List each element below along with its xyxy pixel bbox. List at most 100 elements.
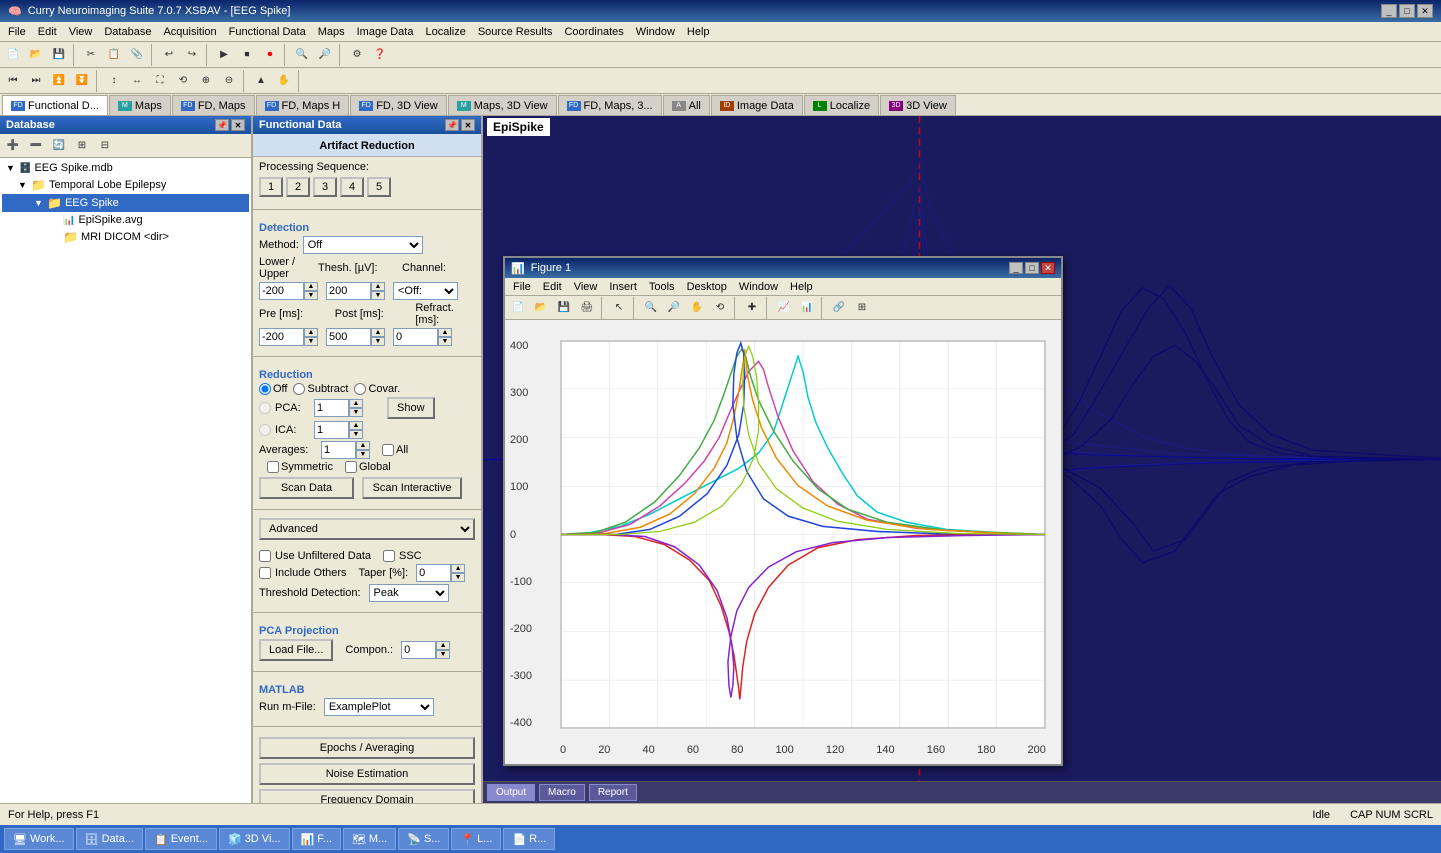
menu-file[interactable]: File: [2, 25, 32, 39]
fig-tb-save[interactable]: 💾: [553, 297, 575, 319]
tab-functional-d[interactable]: FD Functional D...: [2, 95, 108, 115]
advanced-dropdown[interactable]: Advanced: [259, 518, 475, 540]
refract-spin-up[interactable]: ▲: [438, 328, 452, 337]
fig-tb-grid[interactable]: ⊞: [851, 297, 873, 319]
menu-localize[interactable]: Localize: [419, 25, 471, 39]
tab-maps[interactable]: M Maps: [109, 95, 171, 115]
tb2-2[interactable]: ⏭: [25, 70, 47, 92]
tb2-1[interactable]: ⏮: [2, 70, 24, 92]
taskbar-data[interactable]: 🗄 Data...: [76, 828, 143, 850]
menu-view[interactable]: View: [63, 25, 99, 39]
fig-tb-new[interactable]: 📄: [507, 297, 529, 319]
fig-menu-edit[interactable]: Edit: [537, 281, 568, 293]
lower-input[interactable]: [259, 282, 304, 300]
tb-save[interactable]: 💾: [48, 44, 70, 66]
fig-menu-view[interactable]: View: [568, 281, 604, 293]
taper-spin-up[interactable]: ▲: [451, 564, 465, 573]
menu-help[interactable]: Help: [681, 25, 716, 39]
seq-btn-1[interactable]: 1: [259, 177, 283, 197]
taper-spin-down[interactable]: ▼: [451, 573, 465, 582]
symmetric-checkbox[interactable]: [267, 461, 279, 473]
taskbar-work[interactable]: 🖥 Work...: [4, 828, 74, 850]
maximize-button[interactable]: □: [1399, 4, 1415, 18]
func-pin-btn[interactable]: 📌: [445, 119, 459, 131]
run-m-file-select[interactable]: ExamplePlot: [324, 698, 434, 716]
radio-subtract-input[interactable]: [293, 383, 305, 395]
noise-estimation-button[interactable]: Noise Estimation: [259, 763, 475, 785]
symmetric-check[interactable]: Symmetric: [267, 461, 333, 473]
tb-settings[interactable]: ⚙: [346, 44, 368, 66]
taskbar-f[interactable]: 📊 F...: [292, 828, 341, 850]
fig-tb-plot[interactable]: 📈: [773, 297, 795, 319]
tb-cut[interactable]: ✂: [80, 44, 102, 66]
sidebar-close-btn[interactable]: ✕: [231, 119, 245, 131]
sidebar-tb-remove[interactable]: ➖: [25, 135, 47, 157]
pca-spin-down[interactable]: ▼: [349, 408, 363, 417]
upper-input[interactable]: [326, 282, 371, 300]
menu-window[interactable]: Window: [630, 25, 681, 39]
menu-functional-data[interactable]: Functional Data: [223, 25, 312, 39]
fig-tb-hand[interactable]: ✋: [686, 297, 708, 319]
menu-edit[interactable]: Edit: [32, 25, 63, 39]
output-tab-report[interactable]: Report: [589, 784, 637, 801]
pca-input[interactable]: [314, 399, 349, 417]
show-button[interactable]: Show: [387, 397, 435, 419]
compon-input[interactable]: [401, 641, 436, 659]
tab-fd-maps[interactable]: FD FD, Maps: [172, 95, 255, 115]
taskbar-m[interactable]: 🗺 M...: [343, 828, 396, 850]
post-input[interactable]: [326, 328, 371, 346]
menu-image-data[interactable]: Image Data: [351, 25, 420, 39]
tb-copy[interactable]: 📋: [103, 44, 125, 66]
averages-spin-down[interactable]: ▼: [356, 450, 370, 459]
tab-fd-maps-h[interactable]: FD FD, Maps H: [256, 95, 350, 115]
seq-btn-4[interactable]: 4: [340, 177, 364, 197]
tb2-7[interactable]: ⛶: [149, 70, 171, 92]
minimize-button[interactable]: _: [1381, 4, 1397, 18]
global-checkbox[interactable]: [345, 461, 357, 473]
all-checkbox[interactable]: [382, 444, 394, 456]
pca-spin-up[interactable]: ▲: [349, 399, 363, 408]
scan-data-button[interactable]: Scan Data: [259, 477, 354, 499]
seq-btn-5[interactable]: 5: [367, 177, 391, 197]
close-button[interactable]: ✕: [1417, 4, 1433, 18]
fig-minimize-btn[interactable]: _: [1009, 262, 1023, 274]
output-tab-output[interactable]: Output: [487, 784, 535, 801]
radio-covar[interactable]: Covar.: [354, 383, 400, 395]
compon-spin-down[interactable]: ▼: [436, 650, 450, 659]
fig-menu-tools[interactable]: Tools: [643, 281, 681, 293]
fig-menu-window[interactable]: Window: [733, 281, 784, 293]
tb2-6[interactable]: ↔: [126, 70, 148, 92]
upper-spin-down[interactable]: ▼: [371, 291, 385, 300]
tb-redo[interactable]: ↪: [181, 44, 203, 66]
output-tab-macro[interactable]: Macro: [539, 784, 585, 801]
menu-coordinates[interactable]: Coordinates: [558, 25, 629, 39]
ica-input[interactable]: [314, 421, 349, 439]
lower-spin-down[interactable]: ▼: [304, 291, 318, 300]
tb2-3[interactable]: ⏫: [48, 70, 70, 92]
refract-input[interactable]: [393, 328, 438, 346]
epochs-averaging-button[interactable]: Epochs / Averaging: [259, 737, 475, 759]
radio-covar-input[interactable]: [354, 383, 366, 395]
menu-source-results[interactable]: Source Results: [472, 25, 559, 39]
channel-select[interactable]: <Off:: [393, 282, 458, 300]
fig-tb-zoom-in[interactable]: 🔍: [640, 297, 662, 319]
load-file-button[interactable]: Load File...: [259, 639, 333, 661]
tab-all[interactable]: A All: [663, 95, 710, 115]
ica-radio[interactable]: [259, 424, 271, 436]
fig-menu-file[interactable]: File: [507, 281, 537, 293]
tab-localize[interactable]: L Localize: [804, 95, 879, 115]
tb2-9[interactable]: ⊕: [195, 70, 217, 92]
func-close-btn[interactable]: ✕: [461, 119, 475, 131]
fig-tb-open[interactable]: 📂: [530, 297, 552, 319]
seq-btn-3[interactable]: 3: [313, 177, 337, 197]
fig-tb-link[interactable]: 🔗: [828, 297, 850, 319]
ssc-checkbox[interactable]: [383, 550, 395, 562]
ica-spin-up[interactable]: ▲: [349, 421, 363, 430]
tab-3d-view[interactable]: 3D 3D View: [880, 95, 956, 115]
tb2-cursor[interactable]: ▲: [250, 70, 272, 92]
menu-database[interactable]: Database: [98, 25, 157, 39]
fig-tb-rotate[interactable]: ⟲: [709, 297, 731, 319]
taper-input[interactable]: [416, 564, 451, 582]
menu-acquisition[interactable]: Acquisition: [157, 25, 222, 39]
fig-tb-cursor[interactable]: ↖: [608, 297, 630, 319]
